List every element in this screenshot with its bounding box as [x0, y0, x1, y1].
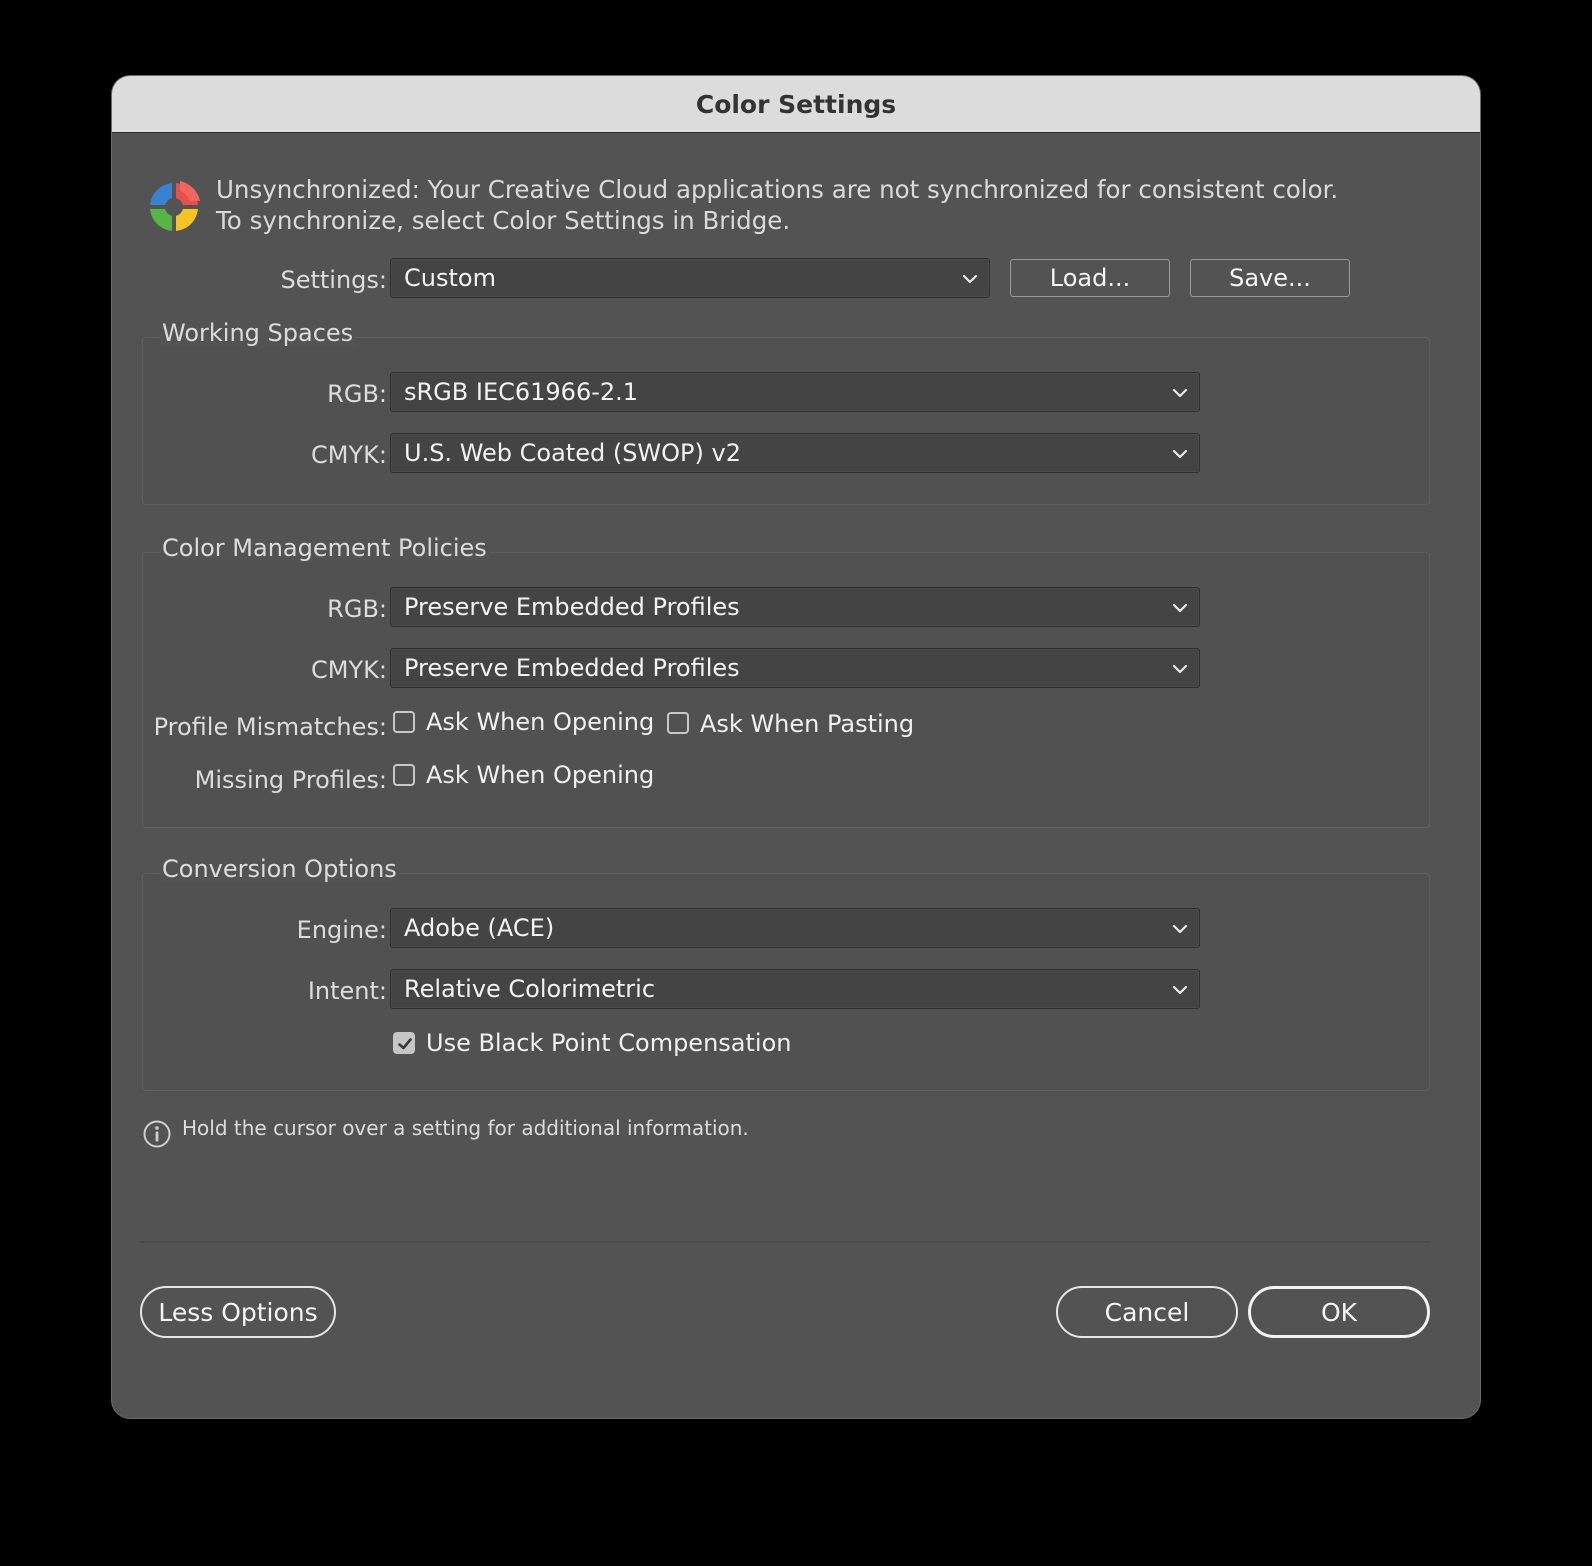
mismatch-ask-opening-checkbox[interactable]	[393, 711, 415, 733]
ws-rgb-value: sRGB IEC61966-2.1	[404, 378, 639, 406]
cancel-button[interactable]: Cancel	[1056, 1286, 1238, 1338]
policy-rgb-value: Preserve Embedded Profiles	[404, 593, 740, 621]
profile-mismatches-label: Profile Mismatches:	[153, 713, 387, 741]
policies-title: Color Management Policies	[160, 534, 489, 562]
footer-divider	[140, 1241, 1430, 1243]
mismatch-ask-pasting-label[interactable]: Ask When Pasting	[700, 710, 914, 738]
black-point-compensation-checkbox[interactable]	[393, 1032, 415, 1054]
ws-cmyk-label: CMYK:	[311, 441, 387, 469]
less-options-button[interactable]: Less Options	[140, 1286, 336, 1338]
title-bar: Color Settings	[112, 76, 1480, 133]
chevron-down-icon	[1172, 449, 1188, 459]
missing-ask-opening-label[interactable]: Ask When Opening	[426, 761, 654, 789]
intent-label: Intent:	[307, 977, 387, 1005]
chevron-down-icon	[1172, 388, 1188, 398]
save-button[interactable]: Save...	[1190, 259, 1350, 297]
hint-text: Hold the cursor over a setting for addit…	[182, 1116, 749, 1140]
engine-select[interactable]: Adobe (ACE)	[390, 908, 1200, 948]
sync-status-message: Unsynchronized: Your Creative Cloud appl…	[216, 175, 1339, 235]
mismatch-ask-opening-label[interactable]: Ask When Opening	[426, 708, 654, 736]
chevron-down-icon	[962, 274, 978, 284]
chevron-down-icon	[1172, 603, 1188, 613]
black-point-compensation-label[interactable]: Use Black Point Compensation	[426, 1029, 791, 1057]
policy-cmyk-label: CMYK:	[311, 656, 387, 684]
dialog-title: Color Settings	[695, 89, 897, 119]
intent-value: Relative Colorimetric	[404, 975, 656, 1003]
policy-cmyk-select[interactable]: Preserve Embedded Profiles	[390, 648, 1200, 688]
working-spaces-group	[142, 337, 1430, 505]
ws-rgb-label: RGB:	[327, 380, 387, 408]
settings-label: Settings:	[280, 266, 387, 294]
engine-value: Adobe (ACE)	[404, 914, 555, 942]
ws-cmyk-value: U.S. Web Coated (SWOP) v2	[404, 439, 741, 467]
working-spaces-title: Working Spaces	[160, 319, 356, 347]
intent-select[interactable]: Relative Colorimetric	[390, 969, 1200, 1009]
settings-value: Custom	[404, 264, 496, 292]
chevron-down-icon	[1172, 924, 1188, 934]
ws-rgb-select[interactable]: sRGB IEC61966-2.1	[390, 372, 1200, 412]
mismatch-ask-pasting-checkbox[interactable]	[667, 712, 689, 734]
settings-select[interactable]: Custom	[390, 258, 990, 298]
ok-button[interactable]: OK	[1248, 1286, 1430, 1338]
load-button[interactable]: Load...	[1010, 259, 1170, 297]
policy-cmyk-value: Preserve Embedded Profiles	[404, 654, 740, 682]
missing-ask-opening-checkbox[interactable]	[393, 764, 415, 786]
policy-rgb-select[interactable]: Preserve Embedded Profiles	[390, 587, 1200, 627]
color-sync-icon	[148, 181, 200, 233]
checkmark-icon	[398, 1038, 412, 1050]
conversion-title: Conversion Options	[160, 855, 399, 883]
ws-cmyk-select[interactable]: U.S. Web Coated (SWOP) v2	[390, 433, 1200, 473]
chevron-down-icon	[1172, 985, 1188, 995]
missing-profiles-label: Missing Profiles:	[194, 766, 387, 794]
chevron-down-icon	[1172, 664, 1188, 674]
engine-label: Engine:	[296, 916, 387, 944]
color-settings-dialog: Color Settings Unsynchronized: Your Crea…	[112, 76, 1480, 1418]
info-icon	[143, 1120, 171, 1148]
policy-rgb-label: RGB:	[327, 595, 387, 623]
